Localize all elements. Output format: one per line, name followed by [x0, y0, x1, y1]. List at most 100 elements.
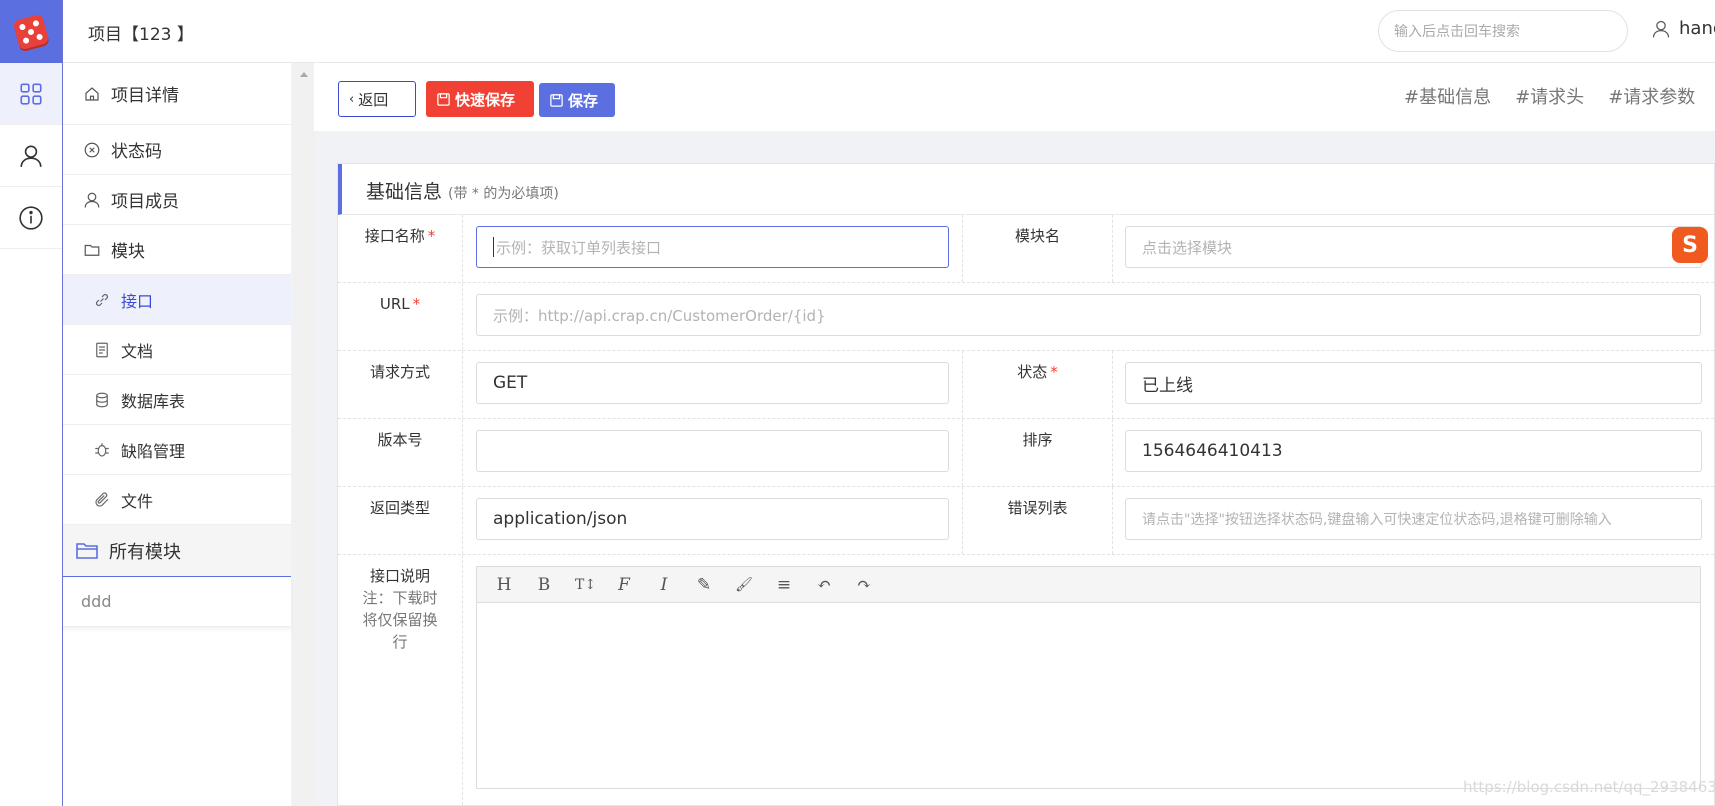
form-row: 版本号 排序 1564646410413 — [338, 419, 1714, 487]
rail-user[interactable] — [0, 125, 62, 187]
font-size-icon[interactable]: T↕ — [575, 577, 596, 593]
project-title: 项目【123 】 — [88, 25, 194, 45]
method-select[interactable]: GET — [476, 362, 949, 404]
module-item[interactable]: ddd — [63, 577, 291, 627]
sidebar-item-members[interactable]: 项目成员 — [63, 175, 291, 225]
bug-icon — [95, 442, 109, 457]
anchor-basic-info[interactable]: #基础信息 — [1404, 83, 1491, 109]
chevron-left-icon: ‹ — [349, 91, 355, 107]
form-row: URL * 示例：http://api.crap.cn/CustomerOrder… — [338, 283, 1714, 351]
sort-cell: 1564646410413 — [1113, 419, 1714, 486]
return-type-cell: application/json — [463, 487, 963, 554]
sidebar-item-docs[interactable]: 文档 — [63, 325, 291, 375]
undo-icon[interactable]: ↶ — [815, 575, 833, 595]
description-cell: H B T↕ F I ✎ 🖌 ≡ ↶ ↷ — [463, 555, 1714, 805]
user-name: hang — [1679, 18, 1715, 39]
all-modules-header[interactable]: 所有模块 — [63, 525, 291, 577]
url-input[interactable]: 示例：http://api.crap.cn/CustomerOrder/{id} — [476, 294, 1701, 336]
text-caret — [493, 237, 494, 257]
error-list-label: 错误列表 — [963, 487, 1113, 554]
pen-icon[interactable]: ✎ — [695, 575, 713, 595]
save-label: 保存 — [568, 91, 599, 110]
api-name-input[interactable]: 示例：获取订单列表接口 — [476, 226, 949, 268]
ime-badge-icon[interactable]: S — [1672, 227, 1708, 263]
status-select[interactable]: 已上线 — [1125, 362, 1702, 404]
sidebar-scrollbar[interactable] — [293, 63, 315, 806]
sidebar-item-label: 项目详情 — [111, 86, 179, 106]
api-name-label: 接口名称 * — [338, 215, 463, 282]
dice-logo-icon — [12, 13, 50, 50]
user-icon — [20, 144, 42, 167]
back-button[interactable]: ‹ 返回 — [338, 81, 416, 117]
sort-label: 排序 — [963, 419, 1113, 486]
method-cell: GET — [463, 351, 963, 418]
form-row: 接口名称 * 示例：获取订单列表接口 模块名 点击选择模块 S — [338, 215, 1714, 283]
sidebar-item-project-detail[interactable]: 项目详情 — [63, 63, 291, 125]
app-logo[interactable] — [0, 0, 62, 63]
scroll-up-icon[interactable] — [300, 72, 308, 77]
paperclip-icon — [95, 491, 109, 507]
url-cell: 示例：http://api.crap.cn/CustomerOrder/{id} — [463, 283, 1714, 350]
sort-input[interactable]: 1564646410413 — [1125, 430, 1702, 472]
editor-toolbar: H B T↕ F I ✎ 🖌 ≡ ↶ ↷ — [477, 567, 1700, 603]
form-row: 接口说明 注：下载时将仅保留换行 H B T↕ F I ✎ 🖌 ≡ ↶ ↷ — [338, 555, 1714, 805]
home-icon — [85, 86, 99, 101]
rail-info[interactable] — [0, 187, 62, 249]
quick-save-button[interactable]: 快速保存 — [426, 81, 534, 117]
save-icon — [437, 92, 450, 106]
sidebar-item-bugs[interactable]: 缺陷管理 — [63, 425, 291, 475]
return-type-input[interactable]: application/json — [476, 498, 949, 540]
section-header: 基础信息 (带 * 的为必填项) — [338, 164, 1714, 215]
top-header: 项目【123 】 输入后点击回车搜索 hang — [63, 0, 1715, 63]
anchor-params[interactable]: #请求参数 — [1608, 83, 1695, 109]
all-modules-title: 所有模块 — [109, 541, 181, 563]
module-select[interactable]: 点击选择模块 — [1125, 226, 1702, 268]
close-circle-icon — [84, 142, 100, 157]
section-hint: (带 * 的为必填项) — [448, 186, 559, 202]
user-icon — [84, 192, 100, 208]
rail-projects[interactable] — [0, 63, 62, 125]
editor-content-area[interactable] — [477, 603, 1700, 788]
version-input[interactable] — [476, 430, 949, 472]
heading-icon[interactable]: H — [495, 575, 513, 595]
folder-open-icon — [76, 542, 98, 559]
document-icon — [96, 342, 108, 357]
required-mark: * — [412, 295, 421, 313]
sidebar-item-label: 文件 — [121, 491, 154, 511]
anchor-headers[interactable]: #请求头 — [1515, 83, 1584, 109]
sidebar-item-label: 缺陷管理 — [121, 441, 186, 461]
quick-save-label: 快速保存 — [455, 90, 516, 109]
error-list-input[interactable]: 请点击"选择"按钮选择状态码,键盘输入可快速定位状态码,退格键可删除输入 — [1125, 498, 1702, 540]
sidebar-item-label: 数据库表 — [121, 391, 186, 411]
module-cell: 点击选择模块 S — [1113, 215, 1714, 282]
action-toolbar: ‹ 返回 快速保存 保存 #基础信息 #请求头 #请求参数 # — [314, 63, 1715, 131]
sidebar-item-modules[interactable]: 模块 — [63, 225, 291, 275]
italic-icon[interactable]: I — [655, 575, 673, 595]
sidebar-item-files[interactable]: 文件 — [63, 475, 291, 525]
info-icon — [19, 205, 43, 230]
sidebar-item-db-tables[interactable]: 数据库表 — [63, 375, 291, 425]
method-label: 请求方式 — [338, 351, 463, 418]
return-type-label: 返回类型 — [338, 487, 463, 554]
version-cell — [463, 419, 963, 486]
project-sidebar: 项目详情 状态码 项目成员 模块 接口 文档 数据库表 缺陷管理 文件 所有模块… — [63, 63, 315, 806]
user-menu[interactable]: hang — [1651, 18, 1715, 39]
font-family-icon[interactable]: F — [615, 575, 633, 595]
description-note: 注：下载时将仅保留换行 — [362, 589, 438, 651]
section-anchors: #基础信息 #请求头 #请求参数 # — [1404, 83, 1715, 109]
sidebar-item-label: 文档 — [121, 341, 154, 361]
align-icon[interactable]: ≡ — [775, 575, 793, 595]
sidebar-item-interface[interactable]: 接口 — [63, 275, 291, 325]
save-button[interactable]: 保存 — [539, 83, 615, 117]
watermark: https://blog.csdn.net/qq_29384639 — [1463, 778, 1715, 796]
sidebar-item-status-code[interactable]: 状态码 — [63, 125, 291, 175]
rich-text-editor[interactable]: H B T↕ F I ✎ 🖌 ≡ ↶ ↷ — [476, 566, 1701, 789]
status-label: 状态 * — [963, 351, 1113, 418]
redo-icon[interactable]: ↷ — [855, 575, 873, 595]
bold-icon[interactable]: B — [535, 575, 553, 595]
user-icon — [1652, 20, 1670, 37]
database-icon — [96, 392, 108, 407]
sidebar-item-label: 接口 — [121, 291, 154, 311]
search-input[interactable]: 输入后点击回车搜索 — [1378, 10, 1628, 52]
brush-icon[interactable]: 🖌 — [735, 577, 753, 593]
